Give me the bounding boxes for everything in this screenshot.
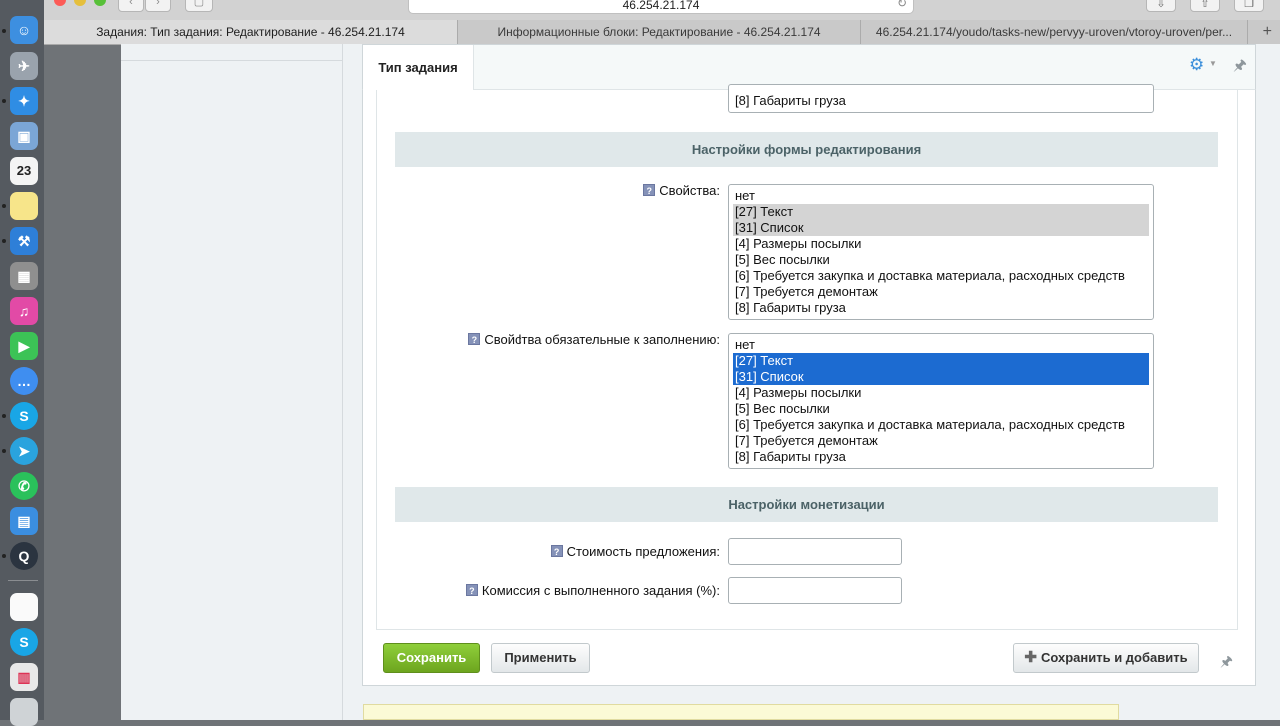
blank-doc-icon[interactable] — [10, 593, 38, 621]
text-cursor-icon: I — [518, 331, 522, 347]
calculator-icon[interactable]: ▦ — [10, 262, 38, 290]
list-option[interactable]: [5] Вес посылки — [733, 252, 1149, 268]
previous-listbox[interactable]: [8] Габариты груза — [728, 84, 1154, 113]
list-option[interactable]: [4] Размеры посылки — [733, 236, 1149, 252]
list-option[interactable]: [4] Размеры посылки — [733, 385, 1149, 401]
offer-cost-input[interactable] — [728, 538, 902, 565]
list-option[interactable]: [27] Текст — [733, 353, 1149, 369]
messenger-icon[interactable]: … — [10, 367, 38, 395]
dock-separator — [8, 580, 38, 581]
dock: ☺ ✈ ✦ ▣ 23 ⚒ ▦ ♫ ▶ … S ➤ ✆ ▤ Q S ▥ — [0, 0, 44, 726]
running-indicator — [2, 29, 6, 33]
browser-tab-strip: Задания: Тип задания: Редактирование - 4… — [0, 20, 1280, 45]
browser-tab[interactable]: Информационные блоки: Редактирование - 4… — [458, 20, 861, 44]
list-option[interactable]: [5] Вес посылки — [733, 401, 1149, 417]
browser-tab[interactable]: Задания: Тип задания: Редактирование - 4… — [44, 20, 458, 44]
running-indicator — [2, 204, 6, 208]
share-icon[interactable]: ⇧ — [1190, 0, 1220, 12]
address-bar[interactable]: 46.254.21.174 ↻ — [408, 0, 914, 14]
skype-icon[interactable]: S — [10, 402, 38, 430]
properties-label: ? Свойства: — [643, 183, 720, 198]
close-window-button[interactable] — [54, 0, 66, 6]
whatsapp-icon[interactable]: ✆ — [10, 472, 38, 500]
save-button[interactable]: Сохранить — [383, 643, 480, 673]
browser-toolbar: ‹ › ▢ 46.254.21.174 ↻ ⇩ ⇧ ❐ — [0, 0, 1280, 20]
calendar-icon[interactable]: 23 — [10, 157, 38, 185]
list-option[interactable]: [7] Требуется демонтаж — [733, 284, 1149, 300]
address-text: 46.254.21.174 — [622, 0, 700, 12]
reload-icon[interactable]: ↻ — [897, 0, 907, 13]
properties-listbox[interactable]: нет [27] Текст [31] Список [4] Размеры посы… — [728, 184, 1154, 320]
tabs-overview-icon[interactable]: ❐ — [1234, 0, 1264, 12]
save-and-add-label: Сохранить и добавить — [1040, 650, 1188, 665]
list-option[interactable]: [31] Список — [733, 369, 1149, 385]
pin-icon[interactable]: 🖈 — [1220, 651, 1233, 675]
list-option[interactable]: [8] Габариты груза — [733, 300, 1149, 316]
required-properties-label: ? Свойства обязательные к заполнению: — [468, 332, 720, 347]
plus-icon: ✚ — [1024, 649, 1037, 666]
list-option[interactable]: [31] Список — [733, 220, 1149, 236]
launchpad-icon[interactable]: ✈ — [10, 52, 38, 80]
notes-icon[interactable] — [10, 192, 38, 220]
safari-icon[interactable]: ✦ — [10, 87, 38, 115]
calendar-day: 23 — [16, 163, 32, 178]
xcode-icon[interactable]: ⚒ — [10, 227, 38, 255]
offer-cost-label-text: Стоимость предложения: — [566, 544, 720, 559]
properties-label-text: Свойства: — [659, 183, 720, 198]
list-option[interactable]: [27] Текст — [733, 204, 1149, 220]
list-option[interactable]: [7] Требуется демонтаж — [733, 433, 1149, 449]
help-icon[interactable]: ? — [468, 333, 481, 345]
tab-task-type[interactable]: Тип задания — [363, 45, 474, 90]
list-option[interactable]: [8] Габариты груза — [733, 449, 1149, 465]
downloads-icon[interactable]: ⇩ — [1146, 0, 1176, 12]
section-edit-form-settings: Настройки формы редактирования — [395, 132, 1218, 167]
list-option[interactable]: [6] Требуется закупка и доставка материа… — [733, 417, 1149, 433]
quicktime-icon[interactable]: Q — [10, 542, 38, 570]
itunes-icon[interactable]: ♫ — [10, 297, 38, 325]
running-indicator — [2, 239, 6, 243]
gear-icon[interactable]: ⚙ — [1189, 55, 1204, 75]
commission-input[interactable] — [728, 577, 902, 604]
telegram-icon[interactable]: ➤ — [10, 437, 38, 465]
trash-icon[interactable] — [10, 698, 38, 726]
section-monetization-settings: Настройки монетизации — [395, 487, 1218, 522]
back-button[interactable]: ‹ — [118, 0, 144, 12]
list-option[interactable]: [6] Требуется закупка и доставка материа… — [733, 268, 1149, 284]
chevron-down-icon[interactable]: ▼ — [1209, 59, 1217, 68]
keynote-icon[interactable]: ▥ — [10, 663, 38, 691]
simulator-icon[interactable]: ▤ — [10, 507, 38, 535]
finder-icon[interactable]: ☺ — [10, 16, 38, 44]
running-indicator — [2, 449, 6, 453]
admin-left-panel — [121, 44, 343, 720]
save-and-add-button[interactable]: ✚ Сохранить и добавить — [1013, 643, 1199, 673]
sidebar-toggle-icon[interactable]: ▢ — [185, 0, 213, 12]
required-properties-listbox[interactable]: нет [27] Текст [31] Список [4] Размеры посы… — [728, 333, 1154, 469]
divider — [121, 60, 342, 61]
zoom-window-button[interactable] — [94, 0, 106, 6]
help-icon[interactable]: ? — [465, 584, 478, 596]
running-indicator — [2, 99, 6, 103]
skype-icon-2[interactable]: S — [10, 628, 38, 656]
forward-button[interactable]: › — [145, 0, 171, 12]
facetime-icon[interactable]: ▶ — [10, 332, 38, 360]
list-option[interactable]: нет — [733, 337, 1149, 353]
commission-label-text: Комиссия с выполненного задания (%): — [481, 583, 720, 598]
browser-tab[interactable]: 46.254.21.174/youdo/tasks-new/pervyy-uro… — [861, 20, 1248, 44]
commission-label: ? Комиссия с выполненного задания (%): — [465, 583, 720, 598]
minimize-window-button[interactable] — [74, 0, 86, 6]
running-indicator — [2, 414, 6, 418]
list-option[interactable]: нет — [733, 188, 1149, 204]
preview-icon[interactable]: ▣ — [10, 122, 38, 150]
new-tab-button[interactable]: + — [1263, 20, 1272, 44]
pin-icon[interactable]: 🖈 — [1233, 55, 1247, 80]
list-option[interactable]: [8] Габариты груза — [733, 93, 1149, 109]
help-icon[interactable]: ? — [643, 184, 656, 196]
info-panel — [363, 704, 1119, 720]
help-icon[interactable]: ? — [550, 545, 563, 557]
running-indicator — [2, 554, 6, 558]
apply-button[interactable]: Применить — [491, 643, 590, 673]
offer-cost-label: ? Стоимость предложения: — [550, 544, 720, 559]
